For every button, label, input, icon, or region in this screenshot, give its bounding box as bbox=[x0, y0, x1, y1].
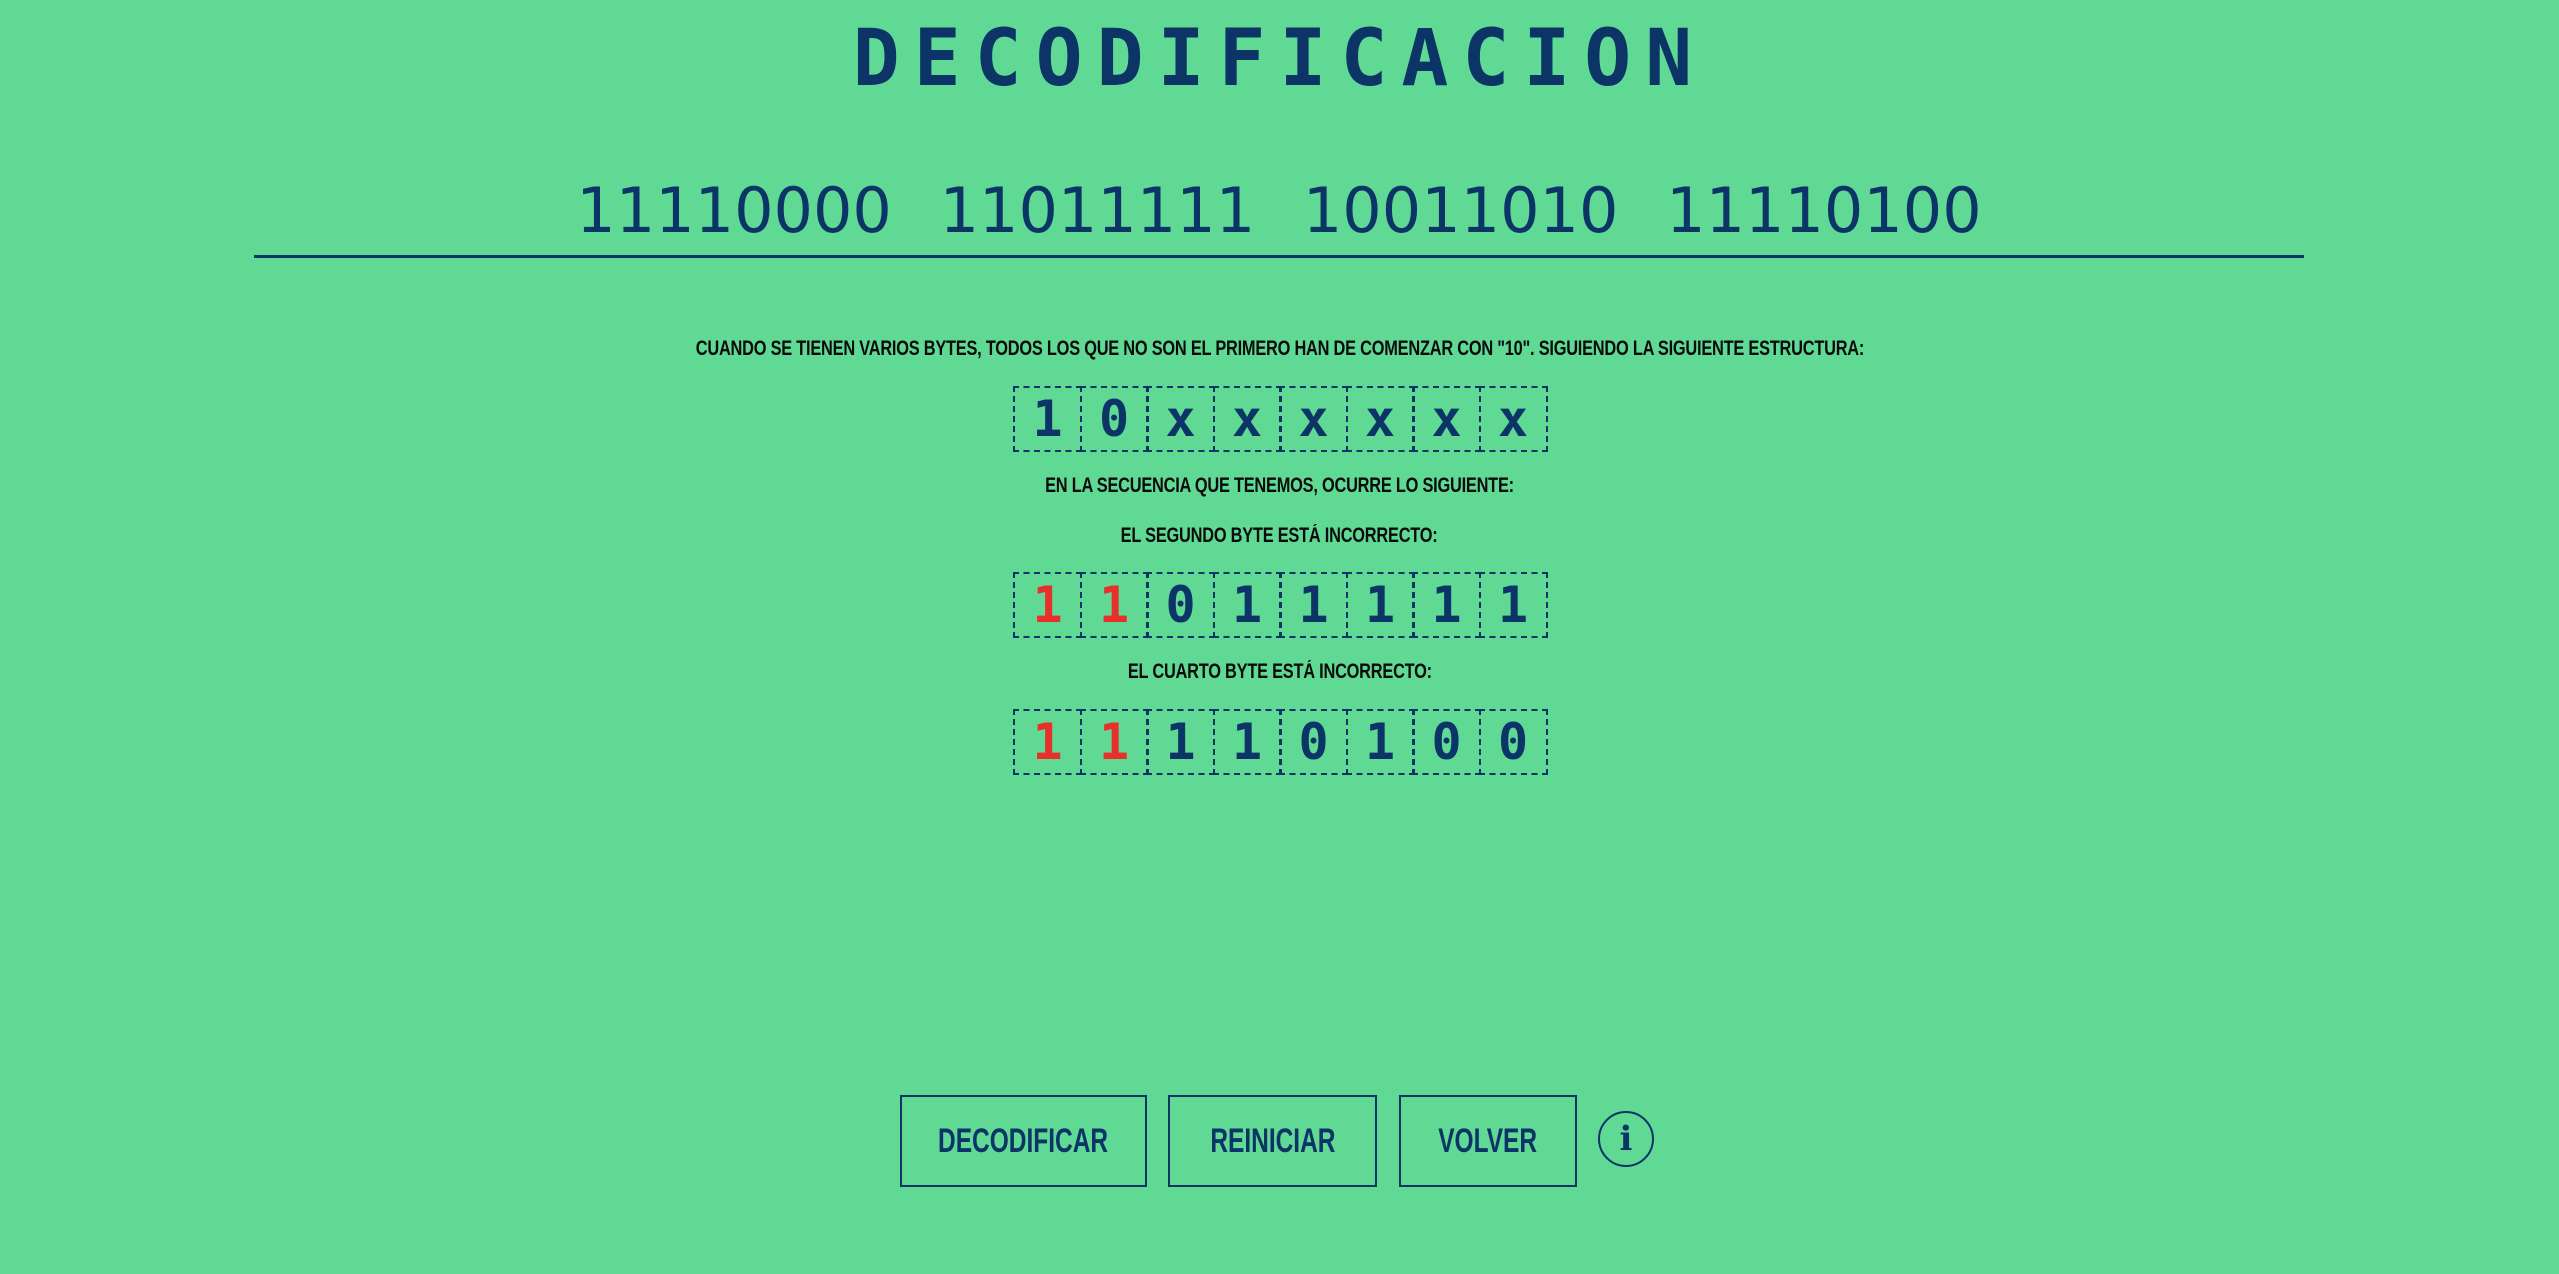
sequence-intro-label: EN LA SECUENCIA QUE TENEMOS, OCURRE LO S… bbox=[1045, 474, 1514, 497]
byte-bit: 0 bbox=[1412, 709, 1481, 775]
structure-bit: x bbox=[1279, 386, 1348, 452]
structure-bit: x bbox=[1345, 386, 1415, 452]
byte-bit: 0 bbox=[1146, 572, 1215, 638]
structure-bit: x bbox=[1146, 386, 1215, 452]
decode-button-label: DECODIFICAR bbox=[938, 1121, 1109, 1160]
back-button-label: VOLVER bbox=[1438, 1121, 1538, 1160]
byte-bit: 0 bbox=[1478, 709, 1548, 775]
byte-bit: 1 bbox=[1412, 572, 1481, 638]
structure-bit: x bbox=[1212, 386, 1282, 452]
byte-bit: 0 bbox=[1279, 709, 1348, 775]
error-label-text: EL SEGUNDO BYTE ESTÁ INCORRECTO: bbox=[1121, 524, 1438, 547]
back-button[interactable]: VOLVER bbox=[1399, 1095, 1577, 1187]
second-byte-bits: 1 1 0 1 1 1 1 1 bbox=[1013, 572, 1548, 638]
byte-bit: 1 bbox=[1212, 709, 1282, 775]
rule-text-label: CUANDO SE TIENEN VARIOS BYTES, TODOS LOS… bbox=[695, 337, 1864, 360]
info-icon[interactable]: i bbox=[1598, 1111, 1654, 1167]
page-title: DECODIFICACION bbox=[852, 14, 1707, 104]
byte-bit: 1 bbox=[1345, 709, 1415, 775]
sequence-intro-text: EN LA SECUENCIA QUE TENEMOS, OCURRE LO S… bbox=[0, 474, 2559, 498]
binary-input[interactable] bbox=[254, 165, 2304, 255]
byte-bit: 1 bbox=[1279, 572, 1348, 638]
error-bit: 1 bbox=[1013, 572, 1082, 638]
binary-input-container bbox=[254, 165, 2304, 258]
structure-bit: 0 bbox=[1079, 386, 1149, 452]
structure-bit: 1 bbox=[1013, 386, 1082, 452]
byte-bit: 1 bbox=[1146, 709, 1215, 775]
structure-bits: 1 0 x x x x x x bbox=[1013, 386, 1548, 452]
fourth-byte-bits: 1 1 1 1 0 1 0 0 bbox=[1013, 709, 1548, 775]
structure-bit: x bbox=[1412, 386, 1481, 452]
byte-bit: 1 bbox=[1212, 572, 1282, 638]
error-bit: 1 bbox=[1079, 709, 1149, 775]
byte-bit: 1 bbox=[1478, 572, 1548, 638]
decode-button[interactable]: DECODIFICAR bbox=[900, 1095, 1147, 1187]
error-bit: 1 bbox=[1013, 709, 1082, 775]
error-bit: 1 bbox=[1079, 572, 1149, 638]
error-label-fourth-byte: EL CUARTO BYTE ESTÁ INCORRECTO: bbox=[0, 660, 2559, 684]
error-label-text: EL CUARTO BYTE ESTÁ INCORRECTO: bbox=[1127, 660, 1432, 683]
byte-bit: 1 bbox=[1345, 572, 1415, 638]
error-label-second-byte: EL SEGUNDO BYTE ESTÁ INCORRECTO: bbox=[0, 524, 2559, 548]
reset-button-label: REINICIAR bbox=[1209, 1121, 1336, 1160]
structure-bit: x bbox=[1478, 386, 1548, 452]
reset-button[interactable]: REINICIAR bbox=[1168, 1095, 1377, 1187]
rule-text: CUANDO SE TIENEN VARIOS BYTES, TODOS LOS… bbox=[0, 337, 2559, 361]
